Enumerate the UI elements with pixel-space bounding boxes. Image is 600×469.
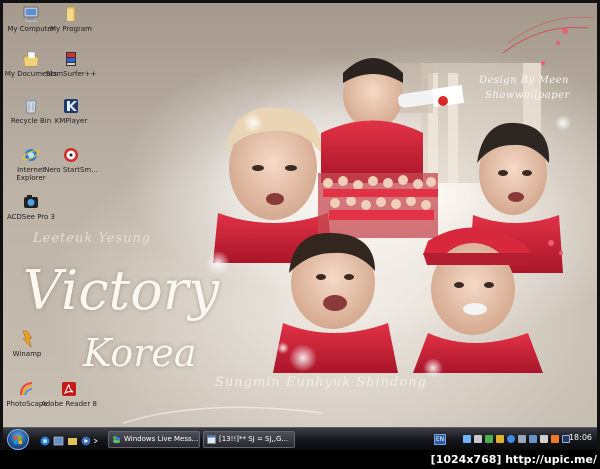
computer-icon <box>23 6 39 22</box>
language-indicator[interactable]: EN <box>434 434 446 445</box>
nero-icon <box>64 148 78 162</box>
taskbar-clock[interactable]: 18:06 <box>569 433 592 442</box>
taskbar-window-label: [13!!]** SJ = SJ,,G... <box>219 435 289 443</box>
photoscape-icon <box>19 381 33 396</box>
tray-update-icon[interactable] <box>507 435 515 443</box>
tray-power-icon[interactable] <box>540 435 548 443</box>
desktop-icon-label: Adobe Reader 8 <box>41 400 97 408</box>
wallpaper-names-bottom: Sungmin Eunhyuk Shindong <box>215 375 427 390</box>
messenger-icon <box>113 436 120 443</box>
wallpaper-title-korea: Korea <box>83 331 197 375</box>
recycle-bin-icon <box>25 99 37 114</box>
quick-launch-ie-icon <box>40 436 50 446</box>
screenshot-frame: Design By Meen Showwallpaper Leeteuk Yes… <box>0 0 600 469</box>
tray-messenger-icon[interactable] <box>485 435 493 443</box>
quick-launch <box>39 433 101 447</box>
desktop-icon-nero[interactable]: Nero StartSm... <box>43 146 99 174</box>
design-credit-line-2: Showwallpaper <box>485 90 570 101</box>
clock-time: 18:06 <box>568 433 592 442</box>
wallpaper-design-credit: Design By Meen Showwallpaper <box>479 75 570 101</box>
desktop-icon-label: Nero StartSm... <box>44 166 98 174</box>
wallpaper-title-victory: Victory <box>23 259 220 322</box>
start-button[interactable] <box>7 429 29 450</box>
desktop-icon-acdsee[interactable]: ACDSee Pro 3 <box>3 193 59 221</box>
kmplayer-icon <box>64 99 78 113</box>
tray-volume-icon[interactable] <box>474 435 482 443</box>
desktop-icon-adobe-reader[interactable]: Adobe Reader 8 <box>41 380 97 408</box>
quick-launch-media-icon <box>81 436 91 446</box>
tray-antivirus-icon[interactable] <box>496 435 504 443</box>
acdsee-icon <box>24 195 38 208</box>
desktop-icon-winamp[interactable]: Winamp <box>3 330 55 358</box>
taskbar-window-label: Windows Live Mess... <box>124 435 199 443</box>
tray-chat-icon[interactable] <box>551 435 559 443</box>
desktop: Design By Meen Showwallpaper Leeteuk Yes… <box>3 3 597 427</box>
quick-launch-explorer-icon <box>68 438 77 445</box>
documents-icon <box>23 51 39 67</box>
taskbar-window-messenger[interactable]: Windows Live Mess... <box>108 431 200 448</box>
desktop-icon-slamsurfer[interactable]: SlamSurfer++ <box>43 50 99 78</box>
image-host-footer: [1024x768] http://upic.me/ <box>0 450 600 469</box>
language-label: EN <box>435 436 445 443</box>
folder-icon <box>66 6 76 22</box>
browser-icon <box>207 435 216 444</box>
quick-launch-chevron-icon <box>93 438 98 444</box>
adobe-reader-icon <box>62 382 76 396</box>
tray-display-icon[interactable] <box>529 435 537 443</box>
desktop-icon-label: My Program <box>50 25 92 33</box>
taskbar-window-browser[interactable]: [13!!]** SJ = SJ,,G... <box>203 431 295 448</box>
footer-text: [1024x768] http://upic.me/ <box>430 453 597 466</box>
taskbar: Windows Live Mess... [13!!]** SJ = SJ,,G… <box>3 427 597 450</box>
slamsurfer-icon <box>66 52 76 66</box>
quick-launch-icons <box>40 436 98 446</box>
desktop-icon-label: ACDSee Pro 3 <box>6 213 55 221</box>
desktop-icon-label: SlamSurfer++ <box>45 70 97 78</box>
design-credit-line-1: Design By Meen <box>479 75 569 86</box>
tray-safely-remove-icon[interactable] <box>518 435 526 443</box>
internet-explorer-icon <box>22 149 40 161</box>
desktop-icon-label: KMPlayer <box>54 117 88 125</box>
wallpaper-names-top: Leeteuk Yesung <box>33 231 152 246</box>
windows-orb-icon <box>14 436 22 444</box>
desktop-icon-kmplayer[interactable]: KMPlayer <box>43 97 99 125</box>
desktop-icon-my-program[interactable]: My Program <box>43 5 99 33</box>
tray-network-icon[interactable] <box>463 435 471 443</box>
winamp-icon <box>22 330 33 348</box>
desktop-icon-label: Winamp <box>12 350 42 358</box>
quick-launch-show-desktop-icon <box>53 436 64 446</box>
